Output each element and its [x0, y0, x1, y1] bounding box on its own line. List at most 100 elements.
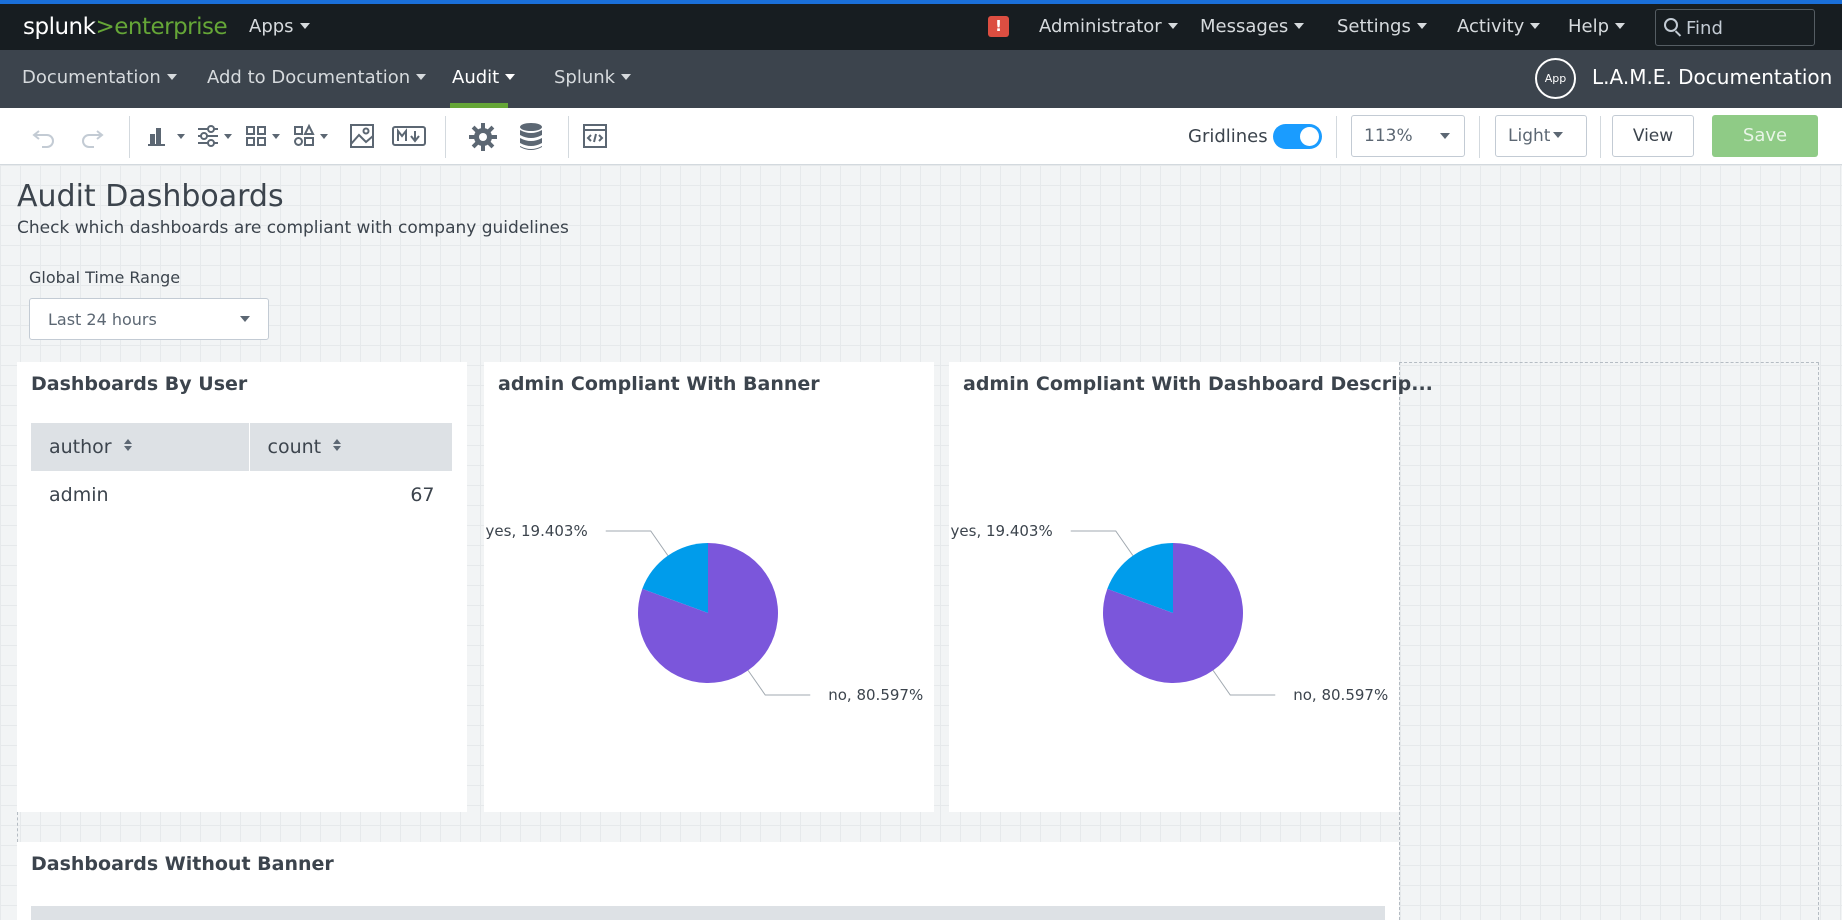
panel-dashboards-by-user[interactable]: Dashboards By User author count admin 67 [17, 362, 467, 812]
table-cell: admin [49, 483, 109, 506]
sort-icon [123, 439, 132, 451]
logo-enterprise-text: enterprise [114, 14, 228, 40]
logo-splunk-text: splunk [23, 14, 96, 40]
column-header-label: author [49, 436, 112, 458]
panel-compliant-banner[interactable]: admin Compliant With Banner yes, 19.403%… [484, 362, 934, 812]
administrator-menu-label: Administrator [1039, 16, 1162, 37]
dashboard-title[interactable]: Audit Dashboards [17, 179, 284, 214]
activity-menu-label: Activity [1457, 16, 1525, 37]
pie-label-yes: yes, 19.403% [951, 522, 1053, 540]
activity-menu[interactable]: Activity [1457, 16, 1541, 37]
settings-menu-label: Settings [1337, 16, 1411, 37]
messages-menu-label: Messages [1200, 16, 1289, 37]
apps-menu-label: Apps [249, 16, 294, 37]
nav-documentation[interactable]: Documentation [22, 67, 177, 88]
top-bar: splunk>enterprise Apps ! Administrator M… [0, 0, 1842, 50]
add-input-icon[interactable] [197, 122, 235, 150]
find-box[interactable] [1655, 9, 1815, 46]
panel-title: Dashboards Without Banner [31, 853, 334, 875]
markdown-icon[interactable] [392, 122, 426, 150]
redo-icon[interactable] [78, 122, 106, 150]
settings-icon[interactable] [468, 122, 498, 151]
pie-label-yes: yes, 19.403% [486, 522, 588, 540]
image-icon[interactable] [348, 122, 376, 150]
splunk-logo[interactable]: splunk>enterprise [23, 14, 228, 40]
app-title: L.A.M.E. Documentation [1592, 65, 1833, 89]
app-icon: App [1535, 58, 1576, 99]
add-chart-icon[interactable] [148, 122, 186, 150]
datasource-icon[interactable] [517, 122, 545, 150]
administrator-menu[interactable]: Administrator [1039, 16, 1178, 37]
save-button[interactable]: Save [1712, 115, 1818, 157]
nav-documentation-label: Documentation [22, 67, 161, 88]
chevron-down-icon [1530, 23, 1541, 29]
layout-guide [17, 812, 18, 842]
dashboard-description[interactable]: Check which dashboards are compliant wit… [17, 218, 569, 238]
chevron-down-icon [505, 74, 516, 80]
search-icon [1664, 18, 1678, 32]
table-header-row [31, 906, 1385, 920]
sort-icon [333, 439, 342, 451]
nav-add-to-documentation[interactable]: Add to Documentation [207, 67, 427, 88]
find-input[interactable] [1686, 18, 1806, 39]
app-bar: Documentation Add to Documentation Audit… [0, 50, 1842, 108]
chevron-down-icon [1416, 23, 1427, 29]
column-header-label: count [267, 436, 322, 458]
panel-compliant-description[interactable]: admin Compliant With Dashboard Descrip..… [949, 362, 1433, 812]
column-header-count[interactable]: count [249, 423, 453, 471]
pie-chart: yes, 19.403% no, 80.597% [951, 522, 1389, 704]
source-code-icon[interactable] [581, 122, 609, 150]
chevron-down-icon [1294, 23, 1305, 29]
chevron-down-icon [1553, 132, 1564, 138]
table-cell: 67 [410, 483, 435, 506]
apps-menu[interactable]: Apps [249, 16, 310, 37]
nav-audit[interactable]: Audit [452, 67, 516, 88]
pie-label-no: no, 80.597% [828, 686, 923, 704]
pie-leader-line [747, 670, 811, 696]
nav-splunk-label: Splunk [554, 67, 616, 88]
nav-splunk[interactable]: Splunk [554, 67, 632, 88]
chevron-down-icon [166, 74, 177, 80]
panel-dashboards-without-banner[interactable]: Dashboards Without Banner [17, 842, 1399, 920]
chevron-down-icon [1167, 23, 1178, 29]
time-range-value: Last 24 hours [48, 310, 157, 329]
undo-icon[interactable] [30, 122, 58, 150]
view-button[interactable]: View [1612, 115, 1694, 157]
pie-leader-line [1070, 530, 1134, 556]
chevron-down-icon [299, 23, 310, 29]
chevron-down-icon [1440, 133, 1450, 139]
empty-layout-cell [1399, 362, 1819, 920]
pie-label-no: no, 80.597% [1293, 686, 1388, 704]
help-menu[interactable]: Help [1568, 16, 1626, 37]
gridlines-toggle[interactable] [1273, 124, 1322, 149]
theme-select[interactable]: Light [1495, 115, 1587, 157]
help-menu-label: Help [1568, 16, 1610, 37]
editor-toolbar: Gridlines 113% Light View Save [0, 108, 1842, 165]
layout-icon[interactable] [245, 122, 283, 150]
time-range-label: Global Time Range [29, 268, 181, 287]
pie-chart: yes, 19.403% no, 80.597% [486, 522, 924, 704]
logo-gt-text: > [95, 14, 115, 40]
panel-title: Dashboards By User [31, 373, 248, 395]
zoom-value: 113% [1364, 126, 1413, 146]
shapes-icon[interactable] [293, 122, 331, 150]
table-header-row: author count [31, 423, 453, 471]
chevron-down-icon [1615, 23, 1626, 29]
settings-menu[interactable]: Settings [1337, 16, 1427, 37]
table-row: admin 67 [31, 471, 453, 518]
column-header-author[interactable]: author [31, 423, 250, 471]
gridlines-label: Gridlines [1188, 126, 1268, 147]
nav-audit-label: Audit [452, 67, 500, 88]
messages-menu[interactable]: Messages [1200, 16, 1305, 37]
zoom-select[interactable]: 113% [1351, 115, 1465, 157]
theme-value: Light [1508, 126, 1551, 146]
chevron-down-icon [240, 316, 250, 322]
time-range-select[interactable]: Last 24 hours [29, 298, 269, 340]
nav-add-to-documentation-label: Add to Documentation [207, 67, 411, 88]
chevron-down-icon [416, 74, 427, 80]
pie-leader-line [1212, 670, 1276, 696]
chevron-down-icon [621, 74, 632, 80]
alert-icon[interactable]: ! [988, 16, 1009, 37]
users-table: author count admin 67 [31, 423, 453, 518]
pie-leader-line [605, 530, 669, 556]
